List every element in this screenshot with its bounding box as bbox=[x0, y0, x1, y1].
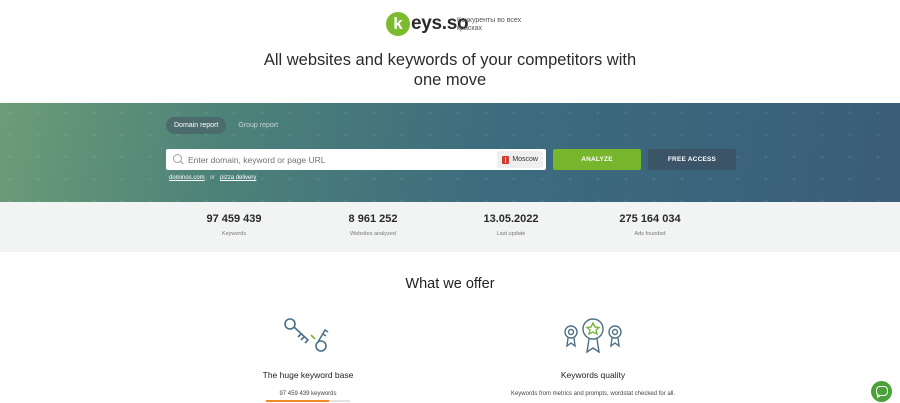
stat-value: 8 961 252 bbox=[348, 213, 398, 225]
stat-websites: 8 961 252 Websites analyzed bbox=[303, 213, 443, 237]
tab-domain-report[interactable]: Domain report bbox=[166, 117, 227, 134]
stat-last-update: 13.05.2022 Last update bbox=[441, 213, 581, 237]
page-headline: All websites and keywords of your compet… bbox=[0, 50, 900, 90]
award-badges-icon bbox=[564, 318, 622, 354]
logo-mark: k bbox=[386, 12, 410, 36]
feature-title: Keywords quality bbox=[560, 370, 626, 380]
offer-section-title: What we offer bbox=[405, 276, 495, 292]
example-link-domain[interactable]: dominos.com bbox=[169, 175, 205, 181]
feature-subtitle: Keywords from metrics and prompts, words… bbox=[510, 391, 676, 397]
chat-icon[interactable] bbox=[871, 381, 892, 402]
free-access-button[interactable]: FREE ACCESS bbox=[648, 149, 736, 170]
keys-icon bbox=[284, 318, 329, 352]
logo[interactable]: k eys.so bbox=[386, 12, 469, 36]
stat-value: 13.05.2022 bbox=[483, 213, 539, 225]
examples-or-text: or bbox=[209, 175, 216, 181]
header: k eys.so Конкуренты во всех красках bbox=[0, 10, 900, 40]
example-link-keyword[interactable]: pizza delivery bbox=[220, 175, 256, 181]
stat-value: 275 164 034 bbox=[619, 213, 681, 225]
feature-keywords-quality: Keywords quality Keywords from metrics a… bbox=[478, 314, 708, 397]
tab-group-report[interactable]: Group report bbox=[230, 117, 286, 134]
stat-label: Last update bbox=[496, 231, 526, 237]
stat-value: 97 459 439 bbox=[206, 213, 262, 225]
stats-bar: 97 459 439 Keywords 8 961 252 Websites a… bbox=[0, 202, 900, 252]
feature-keyword-base: The huge keyword base 97 459 439 keyword… bbox=[208, 316, 408, 402]
stat-label: Keywords bbox=[221, 231, 247, 237]
logo-tagline: Конкуренты во всех красках bbox=[457, 17, 522, 32]
analyze-button[interactable]: ANALYZE bbox=[553, 149, 641, 170]
stat-keywords: 97 459 439 Keywords bbox=[164, 213, 304, 237]
region-label: Moscow bbox=[512, 156, 538, 163]
search-examples: dominos.com or pizza delivery bbox=[169, 175, 256, 181]
stat-label: Ads founded bbox=[634, 231, 666, 237]
hero-search-section: Domain report Group report Moscow ANALYZ… bbox=[0, 103, 900, 202]
feature-subtitle: 97 459 439 keywords bbox=[279, 391, 337, 397]
stat-label: Websites analyzed bbox=[349, 231, 397, 237]
headline-text: All websites and keywords of your compet… bbox=[263, 51, 637, 89]
feature-title: The huge keyword base bbox=[262, 370, 354, 380]
region-selector[interactable]: Moscow bbox=[497, 151, 543, 168]
search-input[interactable] bbox=[188, 154, 498, 165]
region-flag-icon bbox=[502, 155, 510, 164]
search-box: Moscow bbox=[166, 149, 546, 170]
keyword-progress-fill bbox=[266, 400, 329, 402]
keyword-progress-bar bbox=[266, 400, 350, 402]
stat-ads: 275 164 034 Ads founded bbox=[580, 213, 720, 237]
search-icon bbox=[171, 152, 187, 168]
report-tabs: Domain report Group report bbox=[166, 117, 290, 134]
